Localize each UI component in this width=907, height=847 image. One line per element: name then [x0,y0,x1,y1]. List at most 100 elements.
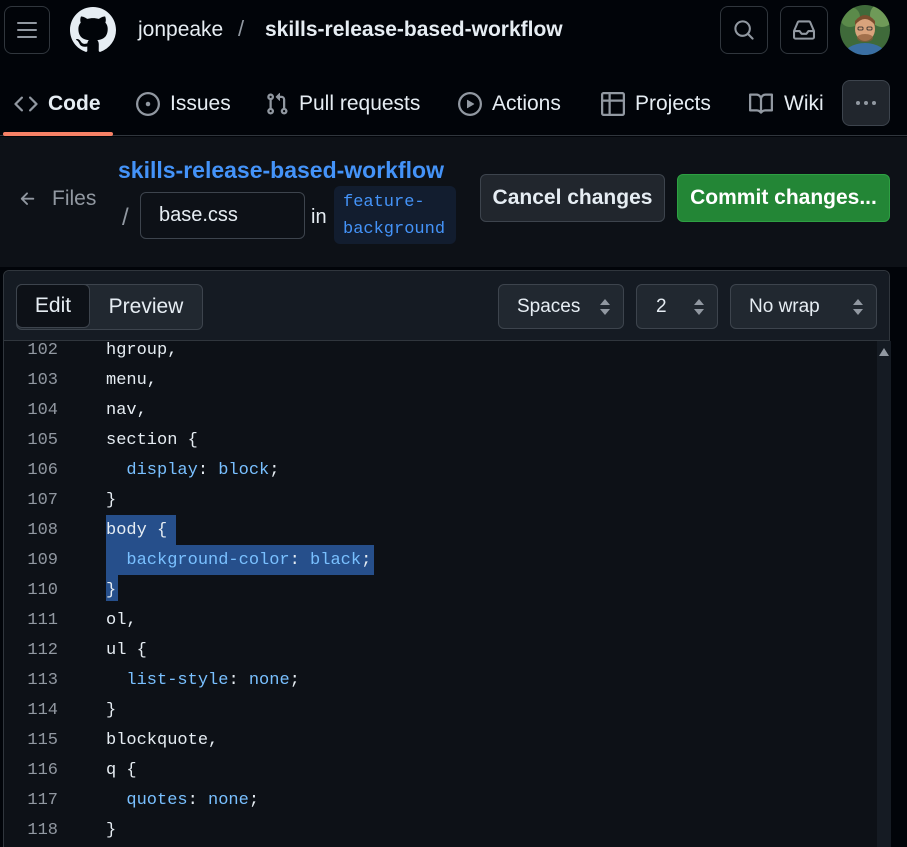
line-content: ol, [106,611,137,630]
code-line[interactable]: 117 quotes: none; [4,785,874,815]
kebab-horizontal-icon[interactable] [842,80,890,126]
indent-size-value: 2 [656,295,667,317]
filename-input[interactable] [140,192,305,239]
line-number: 115 [27,731,58,750]
line-content: background-color: black; [126,551,372,570]
git-pull-request-icon [267,92,288,115]
back-label: Files [52,187,97,210]
tab-pull-requests[interactable]: Pull requests [265,72,420,136]
tab-issues-label: Issues [170,92,231,115]
code-icon [14,96,38,112]
scroll-up-arrow-icon[interactable] [879,348,889,356]
line-content: } [106,491,116,510]
tab-issues[interactable]: Issues [136,72,231,136]
tab-pull-requests-label: Pull requests [299,92,421,115]
line-number: 104 [27,401,58,420]
code-line[interactable]: 107} [4,485,874,515]
selected-tab-indicator [3,132,113,136]
line-content: list-style: none; [126,671,300,690]
css-value: none [208,791,249,810]
code-text: nav, [106,401,147,420]
tab-code-label: Code [48,92,101,115]
editor-toolbar: Edit Preview Spaces 2 No wrap [4,271,889,341]
code-line[interactable]: 115 blockquote, [4,725,874,755]
editor-mode-tabs: Edit Preview [16,284,203,330]
code-line[interactable]: 113 list-style: none; [4,665,874,695]
github-mark-icon[interactable] [70,7,116,53]
search-icon [734,20,754,40]
line-number: 109 [27,551,58,570]
line-number: 103 [27,371,58,390]
tab-projects-label: Projects [635,92,711,115]
code-content[interactable]: 102 hgroup, 103 menu, 104 nav, 105 section {106… [4,341,874,847]
line-number: 102 [27,341,58,360]
line-number: 117 [27,791,58,810]
branch-name-line2: background [343,220,446,239]
code-line[interactable]: 102 hgroup, [4,335,874,365]
tab-wiki-label: Wiki [784,92,824,115]
line-content: section { [106,431,198,450]
line-content: q { [106,761,137,780]
tab-projects[interactable]: Projects [601,72,711,136]
tab-code[interactable]: Code [14,72,101,136]
code-text: blockquote, [106,731,219,750]
issue-opened-icon [136,92,160,116]
line-content: } [106,701,116,720]
line-number: 116 [27,761,58,780]
code-line[interactable]: 105 section { [4,425,874,455]
inbox-button[interactable] [780,6,828,54]
search-button[interactable] [720,6,768,54]
line-content: menu, [106,371,157,390]
css-property: background-color [126,551,290,570]
line-content: display: block; [126,461,280,480]
tab-actions[interactable]: Actions [458,72,561,136]
editor-scrollbar[interactable] [877,341,891,847]
back-to-files-button[interactable]: Files [18,187,96,211]
code-line[interactable]: 104 nav, [4,395,874,425]
repo-breadcrumb-link[interactable]: skills-release-based-workflow [118,157,444,184]
line-number: 110 [27,581,58,600]
hamburger-icon[interactable] [4,6,50,54]
code-line[interactable]: 106 display: block; [4,455,874,485]
table-icon [601,92,625,116]
code-text: } [106,701,117,720]
code-text: } [106,581,117,600]
tab-wiki[interactable]: Wiki [748,72,824,136]
code-line[interactable]: 109 background-color: black; [4,545,874,575]
indent-mode-select[interactable]: Spaces [498,284,624,329]
code-line[interactable]: 110} [4,575,874,605]
line-content: body { [106,521,167,540]
cancel-changes-button[interactable]: Cancel changes [480,174,665,222]
line-content: quotes: none; [126,791,260,810]
tab-edit[interactable]: Edit [16,284,90,328]
in-label: in [311,206,327,228]
user-avatar[interactable] [840,5,890,55]
code-line[interactable]: 108 body { [4,515,874,545]
line-number: 111 [27,611,58,630]
line-content: ul { [106,641,147,660]
code-line[interactable]: 114} [4,695,874,725]
commit-changes-button[interactable]: Commit changes... [677,174,890,222]
tab-preview[interactable]: Preview [90,285,202,329]
line-number: 113 [27,671,58,690]
line-number: 112 [27,641,58,660]
code-line[interactable]: 116 q { [4,755,874,785]
code-line[interactable]: 118} [4,815,874,845]
play-icon [458,92,482,116]
arrow-left-icon [20,192,35,205]
repo-name-link[interactable]: skills-release-based-workflow [265,18,563,42]
branch-name-line1: feature- [343,193,425,212]
css-property: display [126,461,198,480]
indent-size-select[interactable]: 2 [636,284,718,329]
path-separator: / [122,204,129,231]
code-line[interactable]: 112 ul { [4,635,874,665]
wrap-mode-select[interactable]: No wrap [730,284,877,329]
code-line[interactable]: 111 ol, [4,605,874,635]
app-header: jonpeake / skills-release-based-workflow… [0,0,907,136]
code-line[interactable]: 103 menu, [4,365,874,395]
breadcrumb-separator: / [238,16,245,41]
tab-actions-label: Actions [492,92,561,115]
line-content: hgroup, [106,341,177,360]
code-text: menu, [106,371,158,390]
repo-owner-link[interactable]: jonpeake [138,18,223,42]
